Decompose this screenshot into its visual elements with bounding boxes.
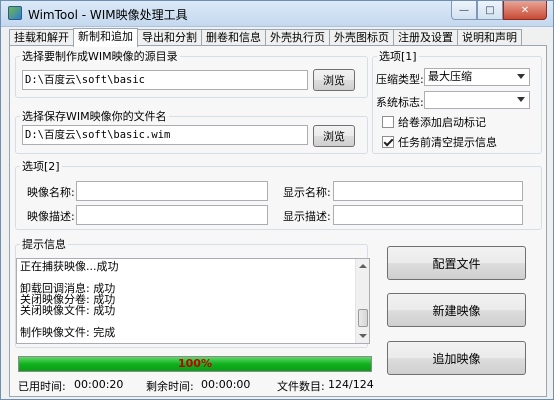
- tab-shell-exec[interactable]: 外壳执行页: [265, 29, 330, 46]
- image-desc-input[interactable]: [76, 205, 268, 225]
- close-button[interactable]: ✕: [503, 1, 547, 20]
- app-icon: [8, 6, 22, 20]
- image-name-input[interactable]: [76, 181, 268, 201]
- target-group-label: 选择保存WIM映像你的文件名: [22, 110, 167, 123]
- chevron-down-icon: [517, 97, 525, 102]
- image-desc-label: 映像描述:: [27, 210, 75, 223]
- log-textarea[interactable]: 正在捕获映像...成功 卸载回调消息: 成功 关闭映像分卷: 成功 关闭映像文件…: [16, 258, 370, 344]
- progress-text: 100%: [178, 357, 212, 370]
- scroll-up-icon[interactable]: [359, 264, 367, 268]
- minimize-button[interactable]: —: [451, 1, 477, 20]
- create-image-button[interactable]: 新建映像: [387, 293, 526, 327]
- clear-prompt-checkbox[interactable]: 任务前清空提示信息: [382, 134, 497, 150]
- clear-prompt-label: 任务前清空提示信息: [398, 136, 497, 149]
- log-scrollbar[interactable]: [355, 259, 369, 343]
- tab-mount-unpack[interactable]: 挂载和解开: [9, 29, 74, 46]
- maximize-button[interactable]: □: [477, 1, 503, 20]
- source-browse-button[interactable]: 浏览: [313, 69, 355, 91]
- progress-bar: 100%: [18, 356, 372, 372]
- tab-panel-create-append: 选择要制作成WIM映像的源目录 D:\百度云\soft\basic 浏览 选择保…: [9, 45, 547, 397]
- log-line: 正在捕获映像...成功: [20, 260, 119, 273]
- config-file-button[interactable]: 配置文件: [387, 246, 526, 280]
- system-flag-select[interactable]: [424, 91, 530, 109]
- add-boot-flag-checkbox[interactable]: 给卷添加启动标记: [382, 114, 486, 130]
- display-name-label: 显示名称:: [283, 186, 331, 199]
- file-count-value: 124/124: [328, 378, 374, 391]
- system-flag-label: 系统标志:: [376, 96, 424, 109]
- tab-delete-info[interactable]: 删卷和信息: [201, 29, 266, 46]
- tab-strip: 挂载和解开 新制和追加 导出和分割 删卷和信息 外壳执行页 外壳图标页 注册及设…: [9, 28, 522, 47]
- title-bar[interactable]: WimTool - WIM映像处理工具 — □ ✕: [1, 1, 553, 27]
- scroll-down-icon[interactable]: [359, 334, 367, 338]
- elapsed-time-label: 已用时间:: [18, 380, 66, 393]
- compress-type-value: 最大压缩: [428, 70, 472, 83]
- remaining-time-value: 00:00:00: [201, 378, 251, 391]
- source-path-input[interactable]: D:\百度云\soft\basic: [22, 70, 308, 90]
- checkbox-unchecked-icon: [382, 116, 394, 128]
- tab-export-split[interactable]: 导出和分割: [137, 29, 202, 46]
- tab-register-settings[interactable]: 注册及设置: [393, 29, 458, 46]
- display-desc-label: 显示描述:: [283, 210, 331, 223]
- window-title: WimTool - WIM映像处理工具: [28, 8, 188, 22]
- display-name-input[interactable]: [333, 181, 523, 201]
- tab-shell-icon[interactable]: 外壳图标页: [329, 29, 394, 46]
- log-group-label: 提示信息: [22, 238, 66, 251]
- log-line: 关闭映像文件: 成功: [20, 304, 116, 317]
- file-count-label: 文件数目:: [277, 380, 325, 393]
- app-window: WimTool - WIM映像处理工具 — □ ✕ 挂载和解开 新制和追加 导出…: [0, 0, 554, 400]
- tab-help-statement[interactable]: 说明和声明: [457, 29, 522, 46]
- target-browse-button[interactable]: 浏览: [313, 125, 355, 147]
- window-controls: — □ ✕: [451, 1, 547, 20]
- checkbox-checked-icon: [382, 136, 394, 148]
- elapsed-time-value: 00:00:20: [74, 378, 124, 391]
- target-file-input[interactable]: D:\百度云\soft\basic.wim: [22, 125, 308, 145]
- image-name-label: 映像名称:: [27, 186, 75, 199]
- log-line: 制作映像文件: 完成: [20, 326, 116, 339]
- source-group-label: 选择要制作成WIM映像的源目录: [22, 50, 178, 63]
- compress-type-select[interactable]: 最大压缩: [424, 68, 530, 86]
- display-desc-input[interactable]: [333, 205, 523, 225]
- options1-label: 选项[1]: [379, 50, 417, 63]
- compress-type-label: 压缩类型:: [376, 73, 424, 86]
- tab-create-append[interactable]: 新制和追加: [73, 28, 138, 47]
- options2-label: 选项[2]: [22, 160, 60, 173]
- scroll-thumb[interactable]: [358, 309, 368, 327]
- remaining-time-label: 剩余时间:: [146, 380, 194, 393]
- chevron-down-icon: [517, 74, 525, 79]
- append-image-button[interactable]: 追加映像: [387, 341, 526, 375]
- add-boot-flag-label: 给卷添加启动标记: [398, 116, 486, 129]
